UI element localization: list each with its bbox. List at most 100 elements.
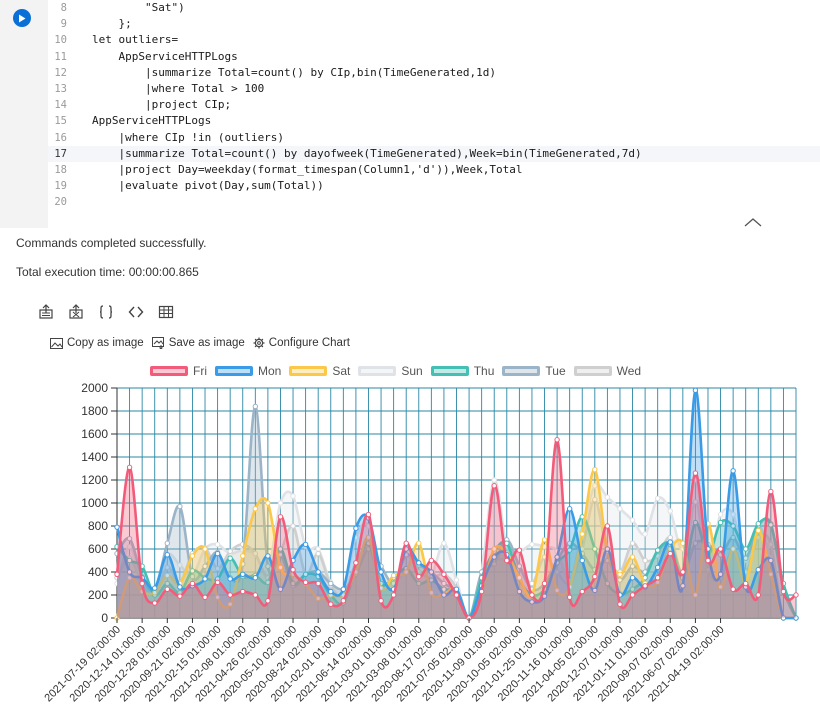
code-text[interactable]: AppServiceHTTPLogs <box>92 113 211 129</box>
y-tick-label: 800 <box>88 519 108 533</box>
legend-item[interactable]: Wed <box>573 364 641 378</box>
code-text[interactable]: |summarize Total=count() by dayofweek(Ti… <box>92 146 641 162</box>
save-image-icon <box>151 337 164 349</box>
code-lines[interactable]: 8 "Sat") 9 }; 10 let outliers= 11 AppService… <box>48 0 820 210</box>
line-number: 15 <box>54 115 67 128</box>
legend-item[interactable]: Sun <box>358 364 423 378</box>
code-line[interactable]: 15 AppServiceHTTPLogs <box>48 113 820 129</box>
data-point-sun <box>642 531 648 537</box>
legend-label: Sat <box>332 364 351 378</box>
save-as-image-label: Save as image <box>168 337 245 349</box>
line-number: 14 <box>54 99 67 112</box>
data-point-fri <box>743 580 749 587</box>
data-point-fri <box>793 592 799 598</box>
code-text[interactable]: "Sat") <box>92 0 185 16</box>
data-point-fri <box>453 592 460 598</box>
line-number: 16 <box>54 131 67 144</box>
data-point-mon <box>202 576 208 582</box>
chart-actions: Copy as image Save as image Configure Ch… <box>50 337 350 349</box>
code-text[interactable]: |project CIp; <box>92 97 231 113</box>
export-xml-icon[interactable] <box>128 304 144 320</box>
legend-swatch <box>150 366 188 376</box>
line-number: 17 <box>54 147 67 160</box>
code-line[interactable]: 8 "Sat") <box>48 0 820 16</box>
code-line[interactable]: 9 }; <box>48 16 820 32</box>
code-text[interactable]: let outliers= <box>92 32 178 48</box>
copy-as-image-button[interactable]: Copy as image <box>50 337 144 349</box>
data-point-fri <box>126 464 133 471</box>
code-text[interactable]: }; <box>92 16 131 32</box>
data-point-sun <box>214 541 221 548</box>
data-point-wed <box>629 540 636 546</box>
data-point-sun <box>491 477 497 483</box>
data-point-mon <box>667 539 673 545</box>
code-text[interactable]: |summarize Total=count() by CIp,bin(Time… <box>92 65 496 81</box>
code-line[interactable]: 10 let outliers= <box>48 32 820 48</box>
legend-item[interactable]: Tue <box>502 364 566 378</box>
data-point-fri <box>579 588 585 595</box>
data-point-fri <box>353 560 359 566</box>
data-point-fri <box>114 571 120 578</box>
data-point-sat <box>541 537 548 543</box>
legend-label: Tue <box>545 364 566 378</box>
legend-label: Sun <box>401 364 423 378</box>
data-point-fri <box>277 514 284 520</box>
code-line[interactable]: 20 <box>48 194 820 210</box>
code-line[interactable]: 11 AppServiceHTTPLogs <box>48 49 820 65</box>
y-tick-label: 400 <box>88 565 108 579</box>
data-point-fri <box>227 592 233 598</box>
data-point-mon <box>152 585 158 591</box>
code-text[interactable]: AppServiceHTTPLogs <box>92 49 237 65</box>
y-tick-label: 1400 <box>81 450 108 464</box>
data-point-fri <box>139 580 145 587</box>
y-tick-label: 2000 <box>81 381 108 395</box>
export-excel-icon[interactable] <box>68 304 84 320</box>
data-point-fri <box>328 601 334 607</box>
code-text[interactable]: |evaluate pivot(Day,sum(Total)) <box>92 178 323 194</box>
code-line[interactable]: 17 |summarize Total=count() by dayofweek… <box>48 145 820 162</box>
code-line[interactable]: 14 |project CIp; <box>48 97 820 113</box>
code-line[interactable]: 16 |where CIp !in (outliers) <box>48 130 820 146</box>
collapse-output-button[interactable] <box>744 212 762 231</box>
y-tick-label: 0 <box>101 611 108 625</box>
legend-item[interactable]: Thu <box>430 364 494 378</box>
data-point-fri <box>529 592 535 598</box>
data-point-sun <box>654 495 661 502</box>
data-point-wed <box>290 523 296 529</box>
data-point-mon <box>416 560 422 566</box>
code-line[interactable]: 19 |evaluate pivot(Day,sum(Total)) <box>48 178 820 194</box>
code-text[interactable]: |project Day=weekday(format_timespan(Col… <box>92 162 522 178</box>
data-point-thu <box>755 521 761 527</box>
code-line[interactable]: 12 |summarize Total=count() by CIp,bin(T… <box>48 65 820 81</box>
save-as-image-button[interactable]: Save as image <box>151 337 245 349</box>
data-point-fri <box>642 583 648 589</box>
data-point-tue <box>164 540 170 546</box>
configure-chart-button[interactable]: Configure Chart <box>253 337 350 349</box>
data-point-fri <box>202 594 208 601</box>
legend-item[interactable]: Mon <box>215 364 281 378</box>
data-point-mon <box>654 564 661 571</box>
data-point-fri <box>428 557 435 564</box>
code-line[interactable]: 13 |where Total > 100 <box>48 81 820 97</box>
code-text[interactable]: |where Total > 100 <box>92 81 264 97</box>
run-cell-button[interactable] <box>13 9 31 27</box>
data-point-fri <box>365 511 372 518</box>
query-editor[interactable]: 8 "Sat") 9 }; 10 let outliers= 11 AppService… <box>0 0 820 228</box>
editor-gutter <box>0 0 48 228</box>
data-point-sat <box>189 553 196 559</box>
data-point-mon <box>315 569 321 575</box>
legend-item[interactable]: Fri <box>150 364 207 378</box>
data-point-fri <box>265 598 271 604</box>
line-number: 9 <box>60 18 67 31</box>
y-tick-label: 1000 <box>81 496 108 510</box>
data-point-mon <box>692 387 699 394</box>
code-text[interactable]: |where CIp !in (outliers) <box>92 130 284 146</box>
data-point-wed <box>227 548 233 555</box>
export-json-icon[interactable] <box>98 304 114 320</box>
legend-item[interactable]: Sat <box>289 364 350 378</box>
export-csv-icon[interactable] <box>38 304 54 320</box>
code-line[interactable]: 18 |project Day=weekday(format_timespan(… <box>48 162 820 178</box>
line-number: 19 <box>54 180 67 193</box>
data-point-tue <box>328 580 334 587</box>
view-as-table-icon[interactable] <box>158 304 174 320</box>
